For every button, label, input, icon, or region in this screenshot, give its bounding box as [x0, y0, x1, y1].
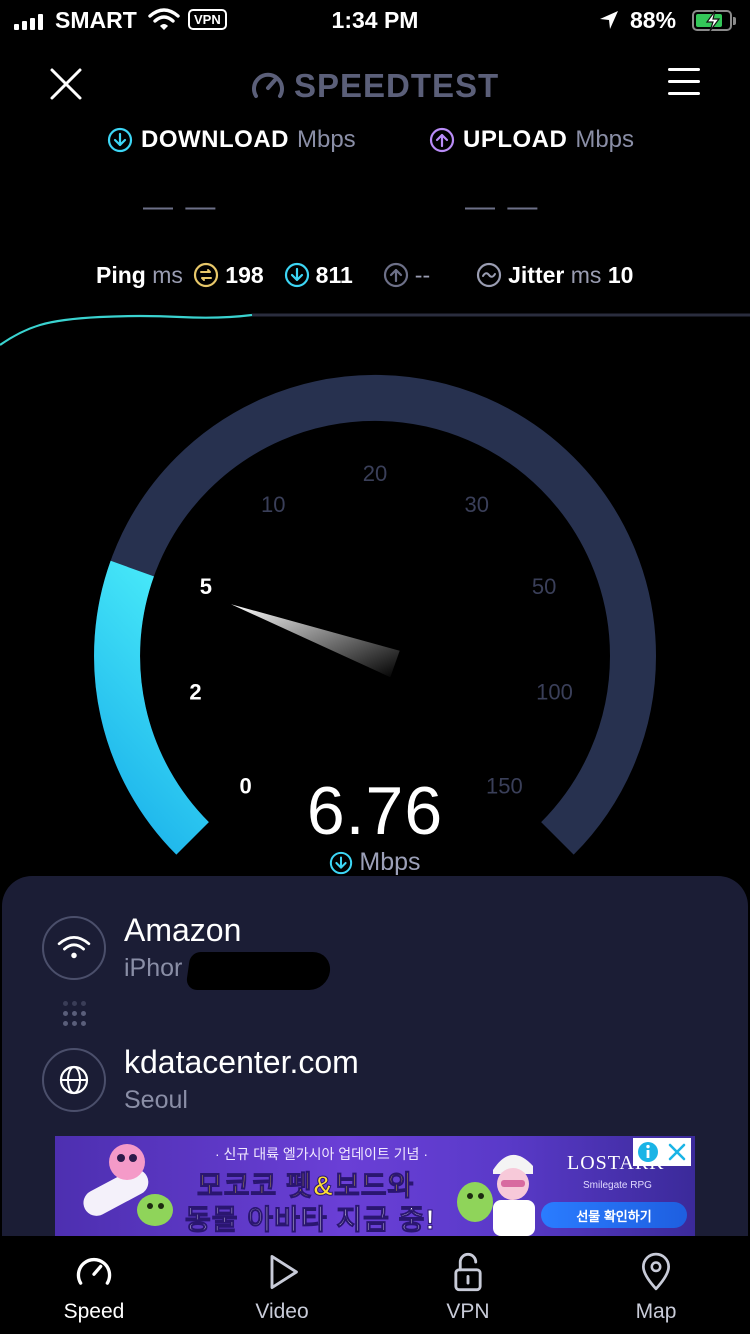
- server-name[interactable]: kdatacenter.com: [124, 1044, 359, 1081]
- gauge-tick-30: 30: [464, 492, 488, 517]
- gauge-tick-10: 10: [261, 492, 285, 517]
- upload-header: UPLOAD Mbps: [429, 126, 634, 154]
- speed-unit: Mbps: [359, 848, 421, 876]
- ad-cta-button[interactable]: 선물 확인하기: [541, 1202, 687, 1228]
- wifi-connection-icon[interactable]: [42, 916, 106, 980]
- ad-banner[interactable]: · 신규 대륙 엘가시아 업데이트 기념 · 모코코 펫&보드와 동물 아바타 …: [55, 1136, 695, 1236]
- upload-ping-icon: [383, 262, 408, 288]
- download-ping-icon: [284, 262, 309, 288]
- speedtest-gauge-icon: [252, 72, 284, 98]
- ad-character-art: [83, 1144, 173, 1226]
- globe-icon[interactable]: [42, 1048, 106, 1112]
- gauge-tick-5: 5: [200, 574, 212, 599]
- server-city: Seoul: [124, 1086, 188, 1114]
- download-unit: Mbps: [296, 126, 356, 153]
- status-bar: SMART VPN 1:34 PM 88%: [0, 0, 750, 44]
- lock-icon: [454, 1252, 482, 1292]
- upload-unit: Mbps: [575, 126, 635, 153]
- tab-video[interactable]: Video: [222, 1250, 342, 1324]
- battery-percentage: 88%: [630, 7, 677, 33]
- speed-trace-graph: [0, 313, 750, 346]
- ping-upload-value: --: [414, 261, 431, 288]
- ad-close-icon[interactable]: [667, 1142, 687, 1162]
- play-icon: [270, 1255, 298, 1289]
- bottom-tab-bar: Speed Video VPN Map: [0, 1236, 750, 1334]
- download-arrow-icon: [107, 127, 133, 153]
- download-header: DOWNLOAD Mbps: [107, 126, 356, 154]
- speedometer-icon: [76, 1257, 112, 1285]
- ad-brand-sub: Smilegate RPG: [583, 1180, 652, 1191]
- upload-label: UPLOAD: [463, 126, 568, 153]
- download-arrow-icon: [330, 851, 353, 874]
- jitter-icon: [477, 262, 502, 288]
- idle-ping-icon: [194, 262, 219, 288]
- tab-map-label: Map: [635, 1300, 677, 1323]
- tab-vpn[interactable]: VPN: [408, 1250, 528, 1324]
- hamburger-menu-icon[interactable]: [668, 68, 700, 100]
- jitter-unit: ms: [570, 261, 602, 288]
- download-value: — —: [143, 190, 218, 223]
- isp-name[interactable]: Amazon: [124, 912, 241, 949]
- tab-speed-label: Speed: [63, 1300, 125, 1323]
- location-arrow-icon: [600, 11, 618, 29]
- connection-dots: [60, 998, 90, 1032]
- jitter-value: 10: [607, 261, 634, 288]
- gauge-tick-100: 100: [536, 680, 573, 705]
- download-label: DOWNLOAD: [141, 126, 289, 153]
- ping-download-value: 811: [315, 261, 353, 288]
- ad-choices[interactable]: [633, 1138, 691, 1166]
- ping-label: Ping: [96, 261, 146, 288]
- jitter-label: Jitter: [508, 261, 565, 288]
- map-pin-icon: [642, 1252, 670, 1291]
- ping-idle-value: 198: [225, 261, 264, 288]
- ping-unit: ms: [152, 261, 183, 288]
- device-name: iPhor: [124, 954, 183, 982]
- upload-value: — —: [465, 190, 540, 223]
- upload-arrow-icon: [429, 127, 455, 153]
- tab-map[interactable]: Map: [596, 1250, 716, 1324]
- gauge-tick-2: 2: [189, 680, 201, 705]
- ad-top-text: · 신규 대륙 엘가시아 업데이트 기념 ·: [215, 1146, 428, 1162]
- speed-value: 6.76: [306, 773, 444, 849]
- tab-vpn-label: VPN: [446, 1300, 490, 1323]
- close-icon[interactable]: [48, 66, 84, 102]
- ad-info-icon[interactable]: [637, 1141, 659, 1163]
- gauge-tick-20: 20: [363, 461, 387, 486]
- tab-video-label: Video: [255, 1300, 309, 1323]
- app-title: SPEEDTEST: [294, 67, 500, 104]
- gauge-needle: [231, 604, 400, 678]
- charging-bolt-icon: [705, 10, 721, 32]
- ad-headline-2: 동물 아바타 지금 중!: [185, 1204, 436, 1236]
- gauge-tick-50: 50: [532, 574, 556, 599]
- ad-character-art-2: [457, 1154, 535, 1236]
- ping-row: Ping ms 198 811 -- Jitter ms 10: [96, 258, 633, 292]
- redaction-mark: [185, 952, 333, 990]
- battery-icon: [692, 10, 736, 32]
- gauge-tick-labels: 02510203050100150: [189, 461, 572, 798]
- tab-speed[interactable]: Speed: [34, 1250, 154, 1324]
- speed-unit-row: Mbps: [0, 848, 750, 877]
- speedtest-logo: SPEEDTEST: [250, 66, 499, 106]
